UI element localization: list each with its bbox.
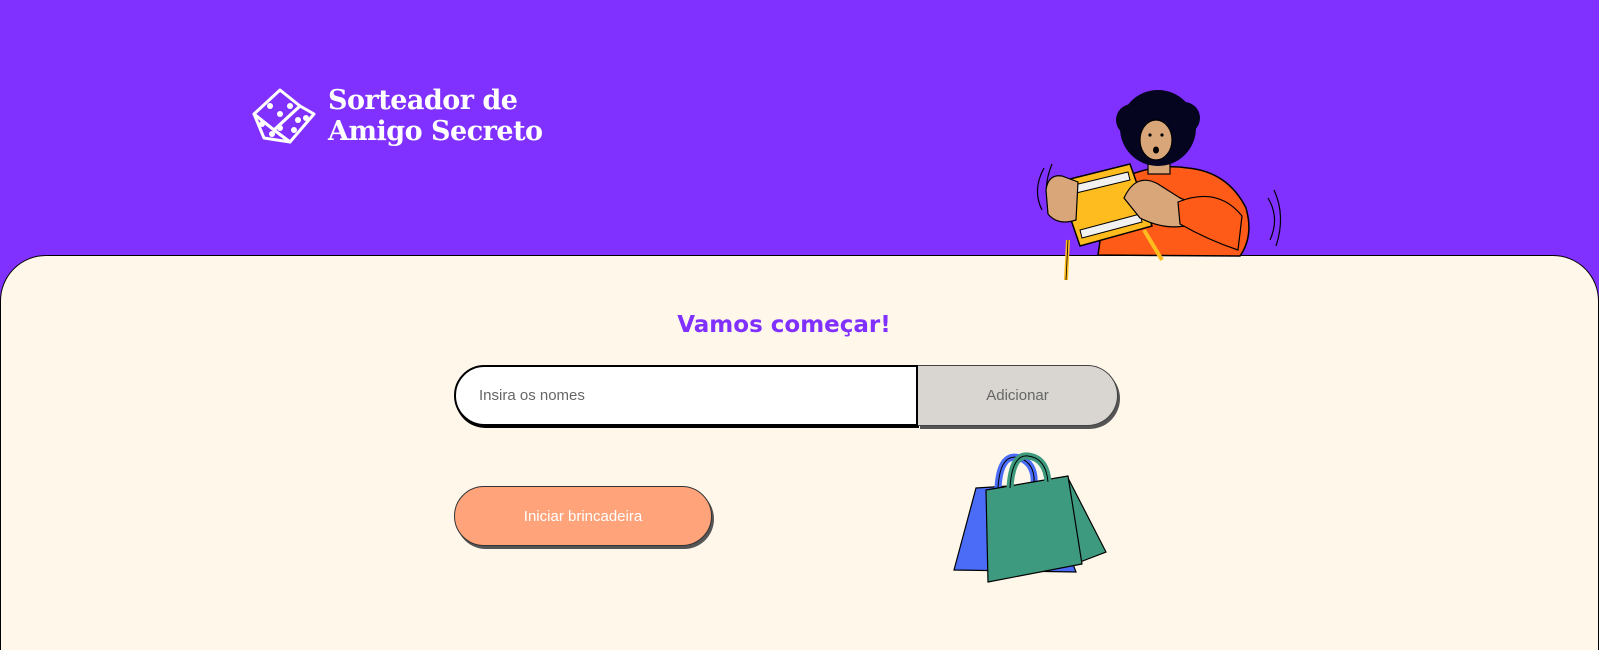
page-title: Vamos começar! — [677, 312, 891, 338]
logo-text: Sorteador de Amigo Secreto — [328, 85, 543, 147]
add-button[interactable]: Adicionar — [918, 365, 1118, 426]
logo-line-1: Sorteador de — [328, 85, 518, 116]
logo-line-2: Amigo Secreto — [328, 116, 543, 147]
person-holding-gift-illustration — [1036, 90, 1282, 281]
logo: Sorteador de Amigo Secreto — [250, 84, 543, 148]
start-game-button[interactable]: Iniciar brincadeira — [454, 486, 712, 546]
header: Sorteador de Amigo Secreto — [0, 0, 1599, 281]
shopping-bags-illustration — [953, 452, 1107, 583]
name-input[interactable] — [454, 365, 918, 426]
dice-icon — [252, 88, 316, 144]
name-input-group: Adicionar — [454, 365, 1118, 427]
